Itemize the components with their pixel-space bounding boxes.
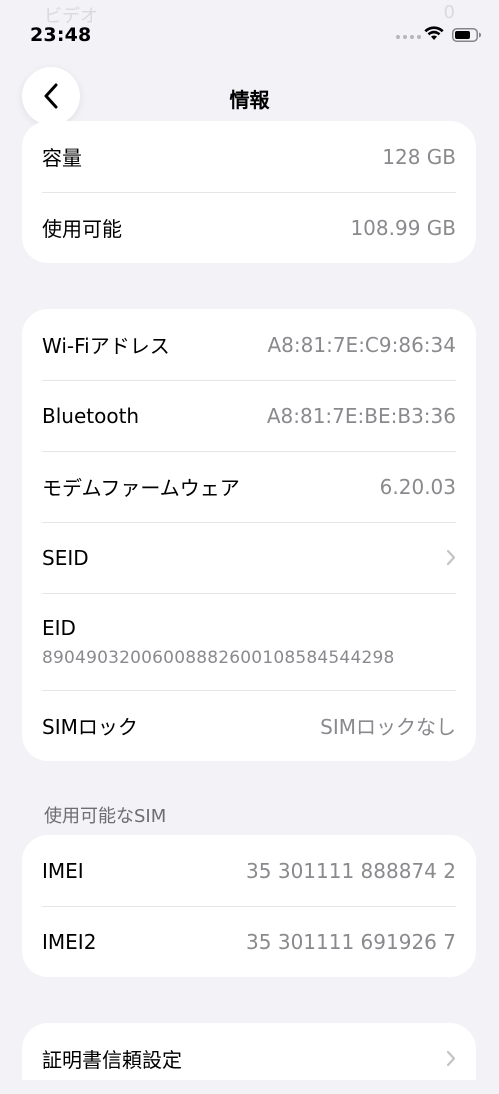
available-label: 使用可能	[42, 217, 122, 241]
status-time: 23:48	[30, 24, 92, 46]
capacity-label: 容量	[42, 146, 82, 170]
chevron-right-icon	[446, 549, 456, 566]
certificate-trust-label: 証明書信頼設定	[42, 1048, 182, 1072]
bluetooth-label: Bluetooth	[42, 403, 140, 428]
imei2-value: 35 301111 691926 7	[246, 929, 456, 954]
page-title: 情報	[229, 88, 270, 112]
available-value: 108.99 GB	[350, 215, 456, 240]
imei2-row: IMEI2 35 301111 691926 7	[22, 906, 476, 977]
available-sim-header: 使用可能なSIM	[44, 806, 167, 827]
status-bar: ビデオ 0 23:48	[0, 0, 499, 60]
sim-lock-label: SIMロック	[42, 715, 138, 739]
storage-card: 容量 128 GB 使用可能 108.99 GB	[22, 121, 476, 263]
certificate-trust-row[interactable]: 証明書信頼設定	[22, 1023, 476, 1094]
eid-label: EID	[42, 615, 76, 640]
cellular-signal-icon	[396, 35, 421, 39]
available-row: 使用可能 108.99 GB	[22, 192, 476, 263]
modem-firmware-label: モデムファームウェア	[42, 476, 240, 500]
sim-card: IMEI 35 301111 888874 2 IMEI2 35 301111 …	[22, 835, 476, 977]
eid-value: 89049032006008882600108584544298	[42, 647, 395, 668]
network-card: Wi-Fiアドレス A8:81:7E:C9:86:34 Bluetooth A8…	[22, 309, 476, 761]
modem-firmware-value: 6.20.03	[379, 474, 456, 499]
seid-label: SEID	[42, 545, 89, 570]
sim-lock-row: SIMロック SIMロックなし	[22, 690, 476, 761]
scrolled-row-value: 0	[443, 2, 455, 23]
seid-row[interactable]: SEID	[22, 522, 476, 593]
imei-label: IMEI	[42, 858, 84, 883]
eid-row: EID 89049032006008882600108584544298	[22, 593, 476, 690]
chevron-right-icon	[446, 1050, 456, 1067]
imei-value: 35 301111 888874 2	[246, 858, 456, 883]
capacity-row: 容量 128 GB	[22, 121, 476, 192]
wifi-icon	[424, 26, 444, 45]
capacity-value: 128 GB	[382, 144, 456, 169]
imei-row: IMEI 35 301111 888874 2	[22, 835, 476, 906]
wifi-address-row: Wi-Fiアドレス A8:81:7E:C9:86:34	[22, 309, 476, 380]
imei2-label: IMEI2	[42, 929, 97, 954]
wifi-address-label: Wi-Fiアドレス	[42, 334, 170, 358]
battery-icon	[452, 27, 482, 46]
certificate-card: 証明書信頼設定	[22, 1023, 476, 1080]
sim-lock-value: SIMロックなし	[320, 715, 456, 739]
bluetooth-value: A8:81:7E:BE:B3:36	[266, 403, 456, 428]
modem-firmware-row: モデムファームウェア 6.20.03	[22, 451, 476, 522]
bluetooth-row: Bluetooth A8:81:7E:BE:B3:36	[22, 380, 476, 451]
wifi-address-value: A8:81:7E:C9:86:34	[267, 332, 457, 357]
